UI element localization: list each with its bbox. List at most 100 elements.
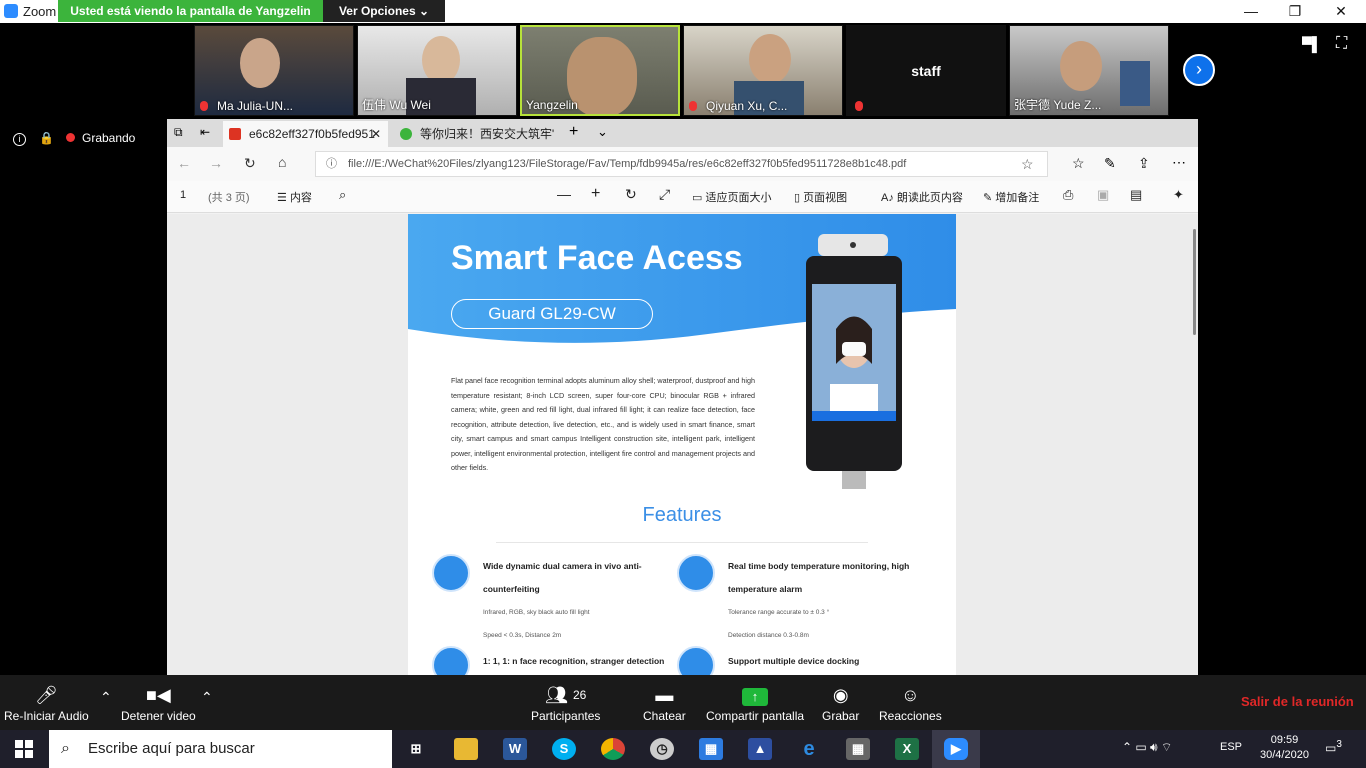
more-icon[interactable]: ⋯: [1172, 154, 1186, 171]
audio-label: Re-Iniciar Audio: [4, 709, 89, 723]
tab-pdf[interactable]: e6c82eff327f0b5fed951 ✕: [223, 121, 388, 147]
feature-title: Wide dynamic dual camera in vivo anti-co…: [483, 561, 642, 594]
save-as-icon[interactable]: ▤: [1130, 187, 1142, 203]
feature-detail: Infrared, RGB, sky black auto fill light: [483, 609, 590, 616]
participant-tile[interactable]: 张宇德 Yude Z...: [1009, 25, 1169, 116]
clock-app-icon[interactable]: ◷: [650, 738, 674, 760]
participant-tile-active[interactable]: Yangzelin: [520, 25, 680, 116]
reactions-label: Reacciones: [879, 709, 942, 723]
participant-tile[interactable]: Ma Julia-UN...: [194, 25, 354, 116]
feature-item: Real time body temperature monitoring, h…: [728, 555, 928, 647]
url-input[interactable]: ⓘ file:///E:/WeChat%20Files/zlyang123/Fi…: [315, 151, 1048, 177]
page-number-input[interactable]: 1: [180, 189, 186, 201]
taskbar-search-input[interactable]: ⌕ Escribe aquí para buscar: [49, 730, 392, 768]
language-indicator[interactable]: ESP: [1220, 741, 1242, 753]
pin-icon[interactable]: ✦: [1173, 187, 1184, 203]
fullscreen-icon[interactable]: ⛶: [1336, 35, 1347, 53]
participant-tile[interactable]: Qiyuan Xu, C...: [683, 25, 843, 116]
participant-video: [1060, 41, 1102, 91]
save-icon[interactable]: ▣: [1097, 187, 1109, 203]
fit-page-button[interactable]: ▭ 适应页面大小: [692, 189, 771, 205]
pdf-viewer[interactable]: Smart Face Acess Guard GL29-CW Flat pane…: [167, 214, 1198, 675]
read-aloud-button[interactable]: A♪ 朗读此页内容: [881, 189, 963, 205]
task-view-icon[interactable]: ⊞: [404, 738, 428, 760]
skype-icon[interactable]: S: [552, 738, 576, 760]
pen-icon[interactable]: ✎: [1104, 155, 1116, 172]
leave-meeting-button[interactable]: Salir de la reunión: [1241, 694, 1354, 709]
info-icon[interactable]: i: [13, 133, 26, 146]
tab-label: e6c82eff327f0b5fed951: [249, 127, 375, 141]
chat-icon: ▬: [655, 685, 674, 705]
chrome-icon[interactable]: [601, 738, 625, 760]
rotate-icon[interactable]: ↻: [625, 186, 637, 203]
windows-start-icon[interactable]: [15, 740, 33, 758]
tab-list-chevron-icon[interactable]: ⌄: [597, 124, 608, 140]
list-icon: ☰: [277, 192, 287, 204]
share-icon[interactable]: ⇪: [1138, 155, 1150, 172]
notifications-icon[interactable]: ▭3: [1325, 739, 1342, 755]
gallery-view-icon[interactable]: ▀▌: [1302, 36, 1322, 52]
feature-detail: Tolerance range accurate to ± 0.3 °: [728, 609, 830, 616]
forward-icon[interactable]: →: [209, 155, 223, 171]
tab-aside-icon[interactable]: ⇤: [200, 125, 210, 139]
favorites-icon[interactable]: ☆: [1072, 155, 1085, 172]
chat-button[interactable]: ▬ Chatear: [643, 675, 686, 723]
page-view-button[interactable]: ▯ 页面视图: [794, 189, 847, 205]
meeting-controls-bar: 🎤︎ Re-Iniciar Audio ⌃ ■◀ Detener video ⌃ 👥…: [0, 675, 1366, 730]
zoom-out-icon[interactable]: —: [557, 186, 571, 202]
read-aloud-label: 朗读此页内容: [896, 192, 963, 204]
excel-icon[interactable]: X: [895, 738, 919, 760]
chevron-down-icon: ⌄: [418, 4, 430, 18]
new-tab-icon[interactable]: +: [569, 123, 578, 141]
close-tab-icon[interactable]: ✕: [371, 121, 381, 147]
search-icon[interactable]: ⌕: [339, 187, 346, 203]
calculator-icon[interactable]: ▦: [846, 738, 870, 760]
video-options-chevron-icon[interactable]: ⌃: [201, 689, 213, 706]
system-tray[interactable]: ⌃ ▭ 🔊︎ ⌔: [1122, 740, 1172, 755]
view-options-button[interactable]: Ver Opciones ⌄: [323, 0, 445, 22]
info-icon[interactable]: ⓘ: [326, 152, 337, 176]
participant-name: Qiyuan Xu, C...: [706, 99, 788, 113]
favorite-star-icon[interactable]: ☆: [1021, 152, 1034, 176]
tab-wechat[interactable]: 等你归来！西安交大筑牢"安: [394, 121, 554, 147]
tab-bar: ⧉ ⇤ e6c82eff327f0b5fed951 ✕ 等你归来！西安交大筑牢"…: [167, 119, 1198, 147]
close-icon[interactable]: ✕: [1318, 0, 1364, 22]
record-button[interactable]: ◉ Grabar: [822, 675, 859, 723]
participants-count: 26: [572, 688, 587, 702]
home-icon[interactable]: ⌂: [278, 154, 286, 170]
restore-icon[interactable]: ❐: [1272, 0, 1318, 22]
scrollbar-thumb[interactable]: [1193, 229, 1196, 335]
video-button[interactable]: ■◀ Detener video: [121, 675, 196, 723]
contents-button[interactable]: ☰ 内容: [277, 189, 312, 205]
back-icon[interactable]: ←: [177, 155, 191, 171]
audio-button[interactable]: 🎤︎ Re-Iniciar Audio: [4, 675, 89, 723]
scanner-icon[interactable]: ▲: [748, 738, 772, 760]
zoom-in-icon[interactable]: +: [591, 185, 600, 203]
product-title: Smart Face Acess: [451, 239, 743, 277]
fit-width-icon[interactable]: ⤢: [659, 186, 670, 203]
calendar-icon[interactable]: ▦: [699, 738, 723, 760]
add-note-button[interactable]: ✎ 增加备注: [983, 189, 1039, 205]
participants-button[interactable]: 👥︎ 26 Participantes: [531, 675, 600, 723]
word-icon[interactable]: W: [503, 738, 527, 760]
tab-actions-icon[interactable]: ⧉: [174, 125, 183, 140]
participant-tile[interactable]: 伍伟 Wu Wei: [357, 25, 517, 116]
minimize-icon[interactable]: —: [1228, 0, 1274, 22]
feature-detail: Speed < 0.3s, Distance 2m: [483, 632, 562, 639]
file-explorer-icon[interactable]: [454, 738, 478, 760]
print-icon[interactable]: ⎙: [1063, 187, 1073, 203]
clock[interactable]: 09:59 30/4/2020: [1260, 733, 1309, 763]
record-icon: ◉: [832, 685, 849, 705]
zoom-taskbar-button[interactable]: ▶: [932, 730, 980, 768]
mic-muted-icon: [855, 101, 863, 111]
next-page-button[interactable]: ›: [1183, 54, 1215, 86]
read-aloud-icon: A♪: [881, 192, 894, 204]
audio-options-chevron-icon[interactable]: ⌃: [100, 689, 112, 706]
participant-video: [749, 34, 791, 84]
share-screen-button[interactable]: ↑ Compartir pantalla: [706, 675, 804, 723]
participant-tile-staff[interactable]: staff: [846, 25, 1006, 116]
refresh-icon[interactable]: ↻: [244, 155, 256, 172]
reactions-button[interactable]: ☺ Reacciones: [879, 675, 942, 723]
page-view-label: 页面视图: [803, 192, 848, 204]
internet-explorer-icon[interactable]: e: [797, 738, 821, 760]
